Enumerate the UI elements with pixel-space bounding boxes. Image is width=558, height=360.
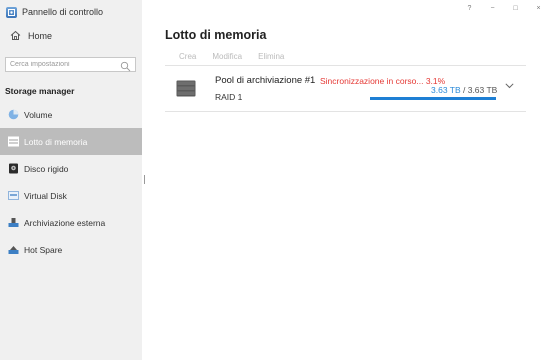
modify-button[interactable]: Modifica [204,52,250,61]
home-link[interactable]: Home [10,28,52,44]
sidebar-item-external-storage[interactable]: Archiviazione esterna [0,209,142,236]
page-title: Lotto di memoria [165,28,267,42]
sidebar-item-label: Archiviazione esterna [24,217,106,228]
storage-pool-icon [176,80,196,102]
home-icon [10,30,21,43]
pool-capacity: 3.63 TB / 3.63 TB [431,85,498,95]
help-button[interactable]: ? [458,2,481,14]
search-input[interactable] [6,58,120,71]
sidebar-item-label: Lotto di memoria [24,136,88,147]
delete-button[interactable]: Elimina [250,52,292,61]
virtual-disk-icon [8,190,19,201]
pool-usage-fill [370,97,496,100]
toolbar: Crea Modifica Elimina [172,52,292,61]
search-box [5,57,136,72]
hard-disk-icon [8,163,19,174]
sidebar-item-label: Hot Spare [24,244,63,255]
control-panel-icon [6,6,17,18]
volume-icon [8,109,19,120]
external-storage-icon [8,217,19,228]
sidebar-nav: Volume Lotto di memoria Disco rigido Vir… [0,101,142,263]
chevron-down-icon[interactable] [505,76,514,94]
sidebar-item-hard-disk[interactable]: Disco rigido [0,155,142,182]
create-button[interactable]: Crea [172,52,204,61]
storage-pool-icon [8,136,19,147]
sidebar-item-label: Disco rigido [24,163,69,174]
pool-size-separator: / [460,85,468,95]
storage-pool-row[interactable]: Pool di archiviazione #1 Sincronizzazion… [165,66,526,111]
app-title-label: Pannello di controllo [22,7,104,17]
divider [165,111,526,112]
pool-raid-level: RAID 1 [215,92,243,102]
section-heading: Storage manager [5,86,75,96]
sidebar: Pannello di controllo Home Storage manag… [0,0,142,360]
pool-total-size: 3.63 TB [467,85,498,95]
sidebar-item-volume[interactable]: Volume [0,101,142,128]
home-label: Home [28,31,53,41]
hot-spare-icon [8,244,19,255]
sidebar-item-storage-pool[interactable]: Lotto di memoria [0,128,142,155]
sidebar-item-virtual-disk[interactable]: Virtual Disk [0,182,142,209]
pool-used-size: 3.63 TB [431,85,461,95]
pool-usage-bar [370,97,496,100]
pool-name: Pool di archiviazione #1 [215,75,316,86]
sidebar-item-label: Virtual Disk [24,190,67,201]
app-title: Pannello di controllo [6,5,103,19]
maximize-button[interactable]: □ [504,2,527,14]
window-controls: ? − □ × [458,2,550,14]
search-icon[interactable] [120,59,131,77]
sidebar-resize-handle[interactable] [144,175,145,184]
close-button[interactable]: × [527,2,550,14]
pool-sync-status: Sincronizzazione in corso... 3.1% [320,76,446,86]
minimize-button[interactable]: − [481,2,504,14]
sidebar-item-label: Volume [24,109,53,120]
sidebar-item-hot-spare[interactable]: Hot Spare [0,236,142,263]
